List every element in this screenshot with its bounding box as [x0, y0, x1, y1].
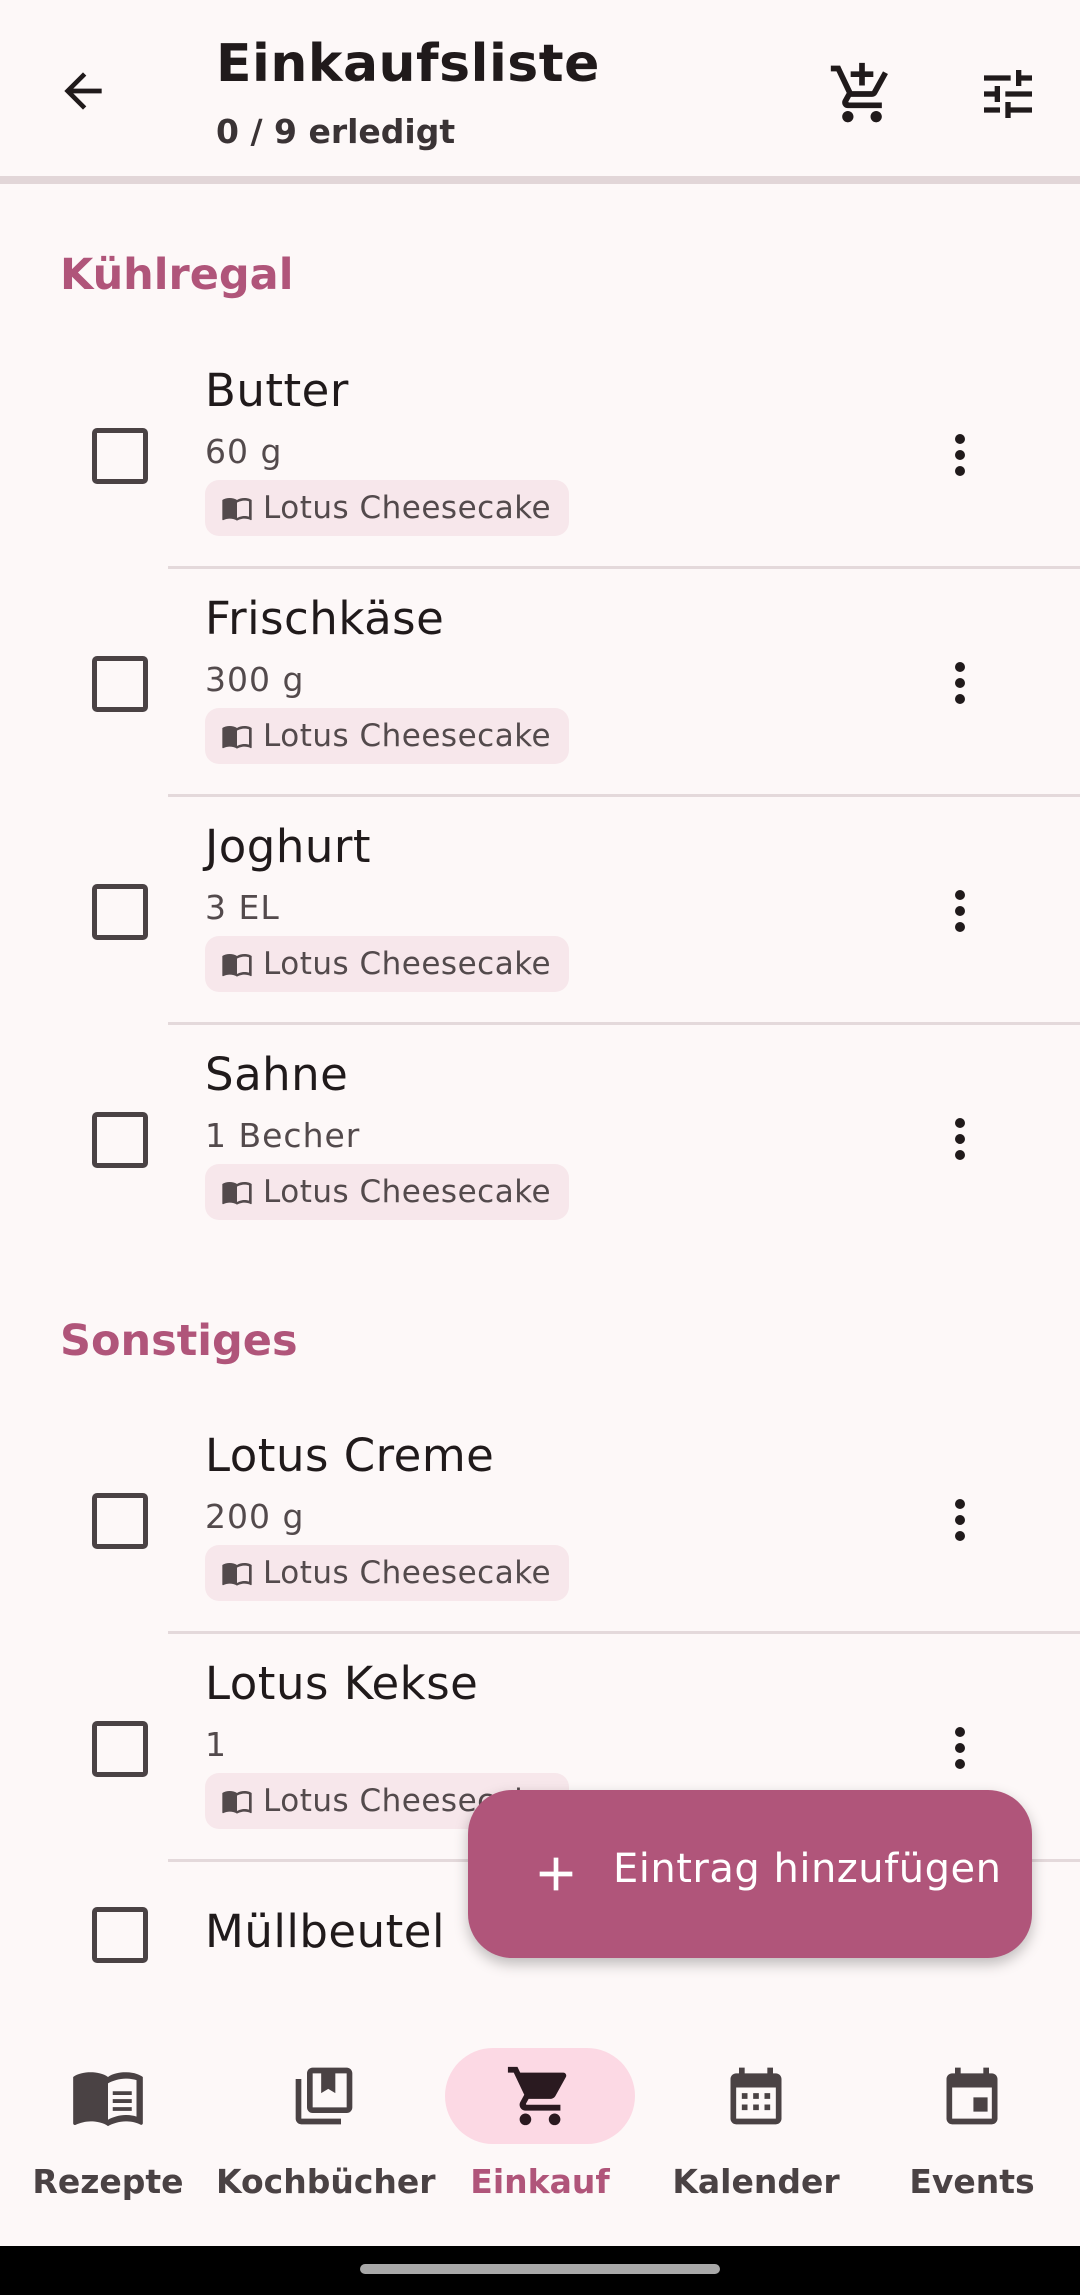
- nav-icon-container: [445, 2048, 635, 2144]
- nav-label: Rezepte: [32, 2162, 184, 2201]
- item-quantity: 200 g: [205, 1497, 305, 1536]
- nav-label: Kochbücher: [216, 2162, 436, 2201]
- recipe-chip[interactable]: Lotus Cheesecake: [205, 1545, 570, 1601]
- item-name: Frischkäse: [205, 592, 445, 645]
- filter-button[interactable]: [966, 52, 1050, 136]
- item-divider: [168, 566, 1080, 569]
- nav-icon-container: [13, 2048, 203, 2144]
- item-name: Lotus Kekse: [205, 1657, 479, 1710]
- item-checkbox[interactable]: [92, 428, 148, 484]
- recipe-chip[interactable]: Lotus Cheesecake: [205, 936, 570, 992]
- top-app-bar: Einkaufsliste 0 / 9 erledigt: [0, 0, 1080, 178]
- back-button[interactable]: [50, 58, 116, 124]
- cart-icon: [507, 2066, 567, 2126]
- recipe-book-icon: [222, 1791, 252, 1814]
- page-title: Einkaufsliste: [216, 34, 600, 94]
- item-more-button[interactable]: [935, 648, 985, 718]
- recipe-book-icon: [222, 726, 252, 749]
- item-checkbox[interactable]: [92, 1112, 148, 1168]
- recipe-chip[interactable]: Lotus Cheesecake: [205, 480, 570, 536]
- shopping-list[interactable]: Kühlregal Butter 60 g Lotus Cheesecake F…: [0, 184, 1080, 2010]
- item-checkbox[interactable]: [92, 1907, 148, 1963]
- event-icon: [946, 2067, 998, 2125]
- item-quantity: 3 EL: [205, 888, 280, 927]
- cart-add-icon: [830, 62, 888, 123]
- progress-subtitle: 0 / 9 erledigt: [216, 112, 456, 151]
- item-divider: [168, 1631, 1080, 1634]
- recipe-chip-label: Lotus Cheesecake: [263, 1555, 552, 1591]
- plus-icon: [539, 1857, 573, 1891]
- nav-item-kalender[interactable]: Kalender: [648, 2010, 864, 2246]
- home-indicator[interactable]: [360, 2264, 720, 2274]
- more-vert-icon: [955, 1118, 965, 1160]
- more-vert-icon: [955, 434, 965, 476]
- app-bar-divider: [0, 176, 1080, 184]
- nav-item-einkauf[interactable]: Einkauf: [432, 2010, 648, 2246]
- calendar-icon: [730, 2067, 782, 2125]
- nav-item-events[interactable]: Events: [864, 2010, 1080, 2246]
- item-more-button[interactable]: [935, 1485, 985, 1555]
- recipe-book-icon: [222, 498, 252, 521]
- bottom-navigation: Rezepte Kochbücher Einkauf Kalender Even…: [0, 2010, 1080, 2246]
- add-entry-label: Eintrag hinzufügen: [613, 1846, 1002, 1892]
- add-to-cart-button[interactable]: [820, 52, 904, 136]
- item-more-button[interactable]: [935, 876, 985, 946]
- add-entry-fab[interactable]: Eintrag hinzufügen: [468, 1790, 1032, 1958]
- more-vert-icon: [955, 890, 965, 932]
- nav-item-rezepte[interactable]: Rezepte: [0, 2010, 216, 2246]
- recipe-chip[interactable]: Lotus Cheesecake: [205, 1164, 570, 1220]
- nav-label: Events: [909, 2162, 1035, 2201]
- recipe-chip[interactable]: Lotus Cheesecake: [205, 708, 570, 764]
- section-title-sonstiges: Sonstiges: [60, 1316, 298, 1366]
- item-name: Lotus Creme: [205, 1429, 495, 1482]
- book-open-icon: [73, 2072, 143, 2127]
- list-item: Joghurt 3 EL Lotus Cheesecake: [0, 802, 1080, 1030]
- list-item: Frischkäse 300 g Lotus Cheesecake: [0, 574, 1080, 802]
- arrow-back-icon: [64, 72, 102, 110]
- nav-label: Kalender: [672, 2162, 840, 2201]
- item-quantity: 1 Becher: [205, 1116, 361, 1155]
- more-vert-icon: [955, 662, 965, 704]
- recipe-book-icon: [222, 954, 252, 977]
- recipe-book-icon: [222, 1182, 252, 1205]
- nav-icon-container: [877, 2048, 1067, 2144]
- more-vert-icon: [955, 1499, 965, 1541]
- item-more-button[interactable]: [935, 420, 985, 490]
- list-item: Butter 60 g Lotus Cheesecake: [0, 346, 1080, 574]
- recipe-chip-label: Lotus Cheesecake: [263, 1174, 552, 1210]
- item-divider: [168, 794, 1080, 797]
- item-checkbox[interactable]: [92, 1721, 148, 1777]
- recipe-chip-label: Lotus Cheesecake: [263, 946, 552, 982]
- item-more-button[interactable]: [935, 1713, 985, 1783]
- item-more-button[interactable]: [935, 1104, 985, 1174]
- item-quantity: 1: [205, 1725, 227, 1764]
- nav-label: Einkauf: [470, 2162, 610, 2201]
- section-title-kuehlregal: Kühlregal: [60, 250, 294, 300]
- nav-icon-container: [661, 2048, 851, 2144]
- item-name: Joghurt: [205, 820, 372, 873]
- nav-item-kochbuecher[interactable]: Kochbücher: [216, 2010, 436, 2246]
- tune-icon: [984, 70, 1032, 118]
- item-quantity: 300 g: [205, 660, 305, 699]
- more-vert-icon: [955, 1727, 965, 1769]
- item-checkbox[interactable]: [92, 1493, 148, 1549]
- recipe-chip-label: Lotus Cheesecake: [263, 490, 552, 526]
- recipe-book-icon: [222, 1563, 252, 1586]
- item-quantity: 60 g: [205, 432, 283, 471]
- item-name: Sahne: [205, 1048, 349, 1101]
- item-name: Butter: [205, 364, 349, 417]
- item-checkbox[interactable]: [92, 884, 148, 940]
- item-name: Müllbeutel: [205, 1905, 445, 1958]
- list-item: Sahne 1 Becher Lotus Cheesecake: [0, 1030, 1080, 1258]
- cookbooks-icon: [295, 2067, 353, 2125]
- nav-icon-container: [229, 2048, 419, 2144]
- item-divider: [168, 1022, 1080, 1025]
- item-checkbox[interactable]: [92, 656, 148, 712]
- list-item: Lotus Creme 200 g Lotus Cheesecake: [0, 1411, 1080, 1639]
- recipe-chip-label: Lotus Cheesecake: [263, 718, 552, 754]
